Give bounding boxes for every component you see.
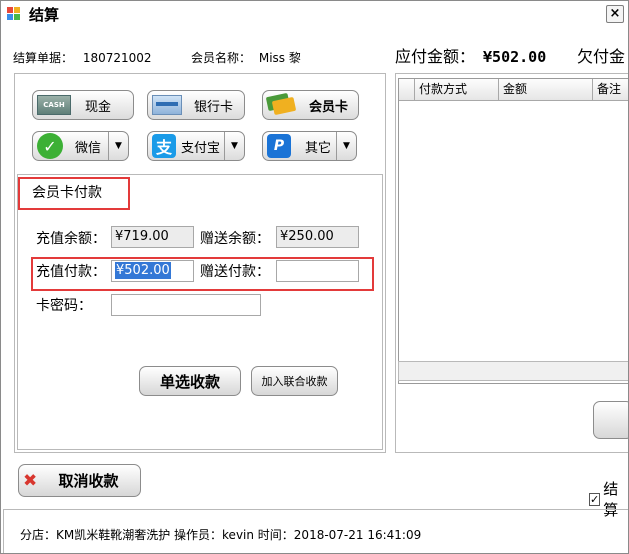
highlight-box: [31, 257, 374, 291]
balance-label: 充值余额：: [36, 231, 106, 247]
amount-due: 应付金额： ¥502.00: [395, 43, 546, 67]
order-number-row: 结算单据： 180721002: [13, 49, 152, 66]
single-pay-button[interactable]: 单选收款: [139, 366, 241, 396]
checkout-window: 结算 × 结算单据： 180721002 会员名称： Miss 黎 应付金额： ¥…: [0, 0, 629, 554]
other-payment-icon: P: [267, 134, 291, 158]
chevron-down-icon[interactable]: ▼: [224, 132, 244, 160]
column-payment-method[interactable]: 付款方式: [415, 79, 499, 101]
member-name-value: Miss 黎: [258, 51, 301, 65]
chevron-down-icon[interactable]: ▼: [108, 132, 128, 160]
amount-due-value: ¥502.00: [483, 48, 547, 66]
wechat-button[interactable]: ✓ 微信 ▼: [32, 131, 129, 161]
bank-card-button-label: 银行卡: [194, 99, 234, 115]
other-button-label: 其它: [305, 140, 332, 156]
row-indicator-column: [399, 79, 415, 101]
amount-owed-label: 欠付金: [577, 47, 626, 66]
member-card-payment-section: 会员卡付款 充值余额： ¥719.00 赠送余额： ¥250.00 充值付款： …: [17, 174, 383, 450]
member-card-button-label: 会员卡: [309, 99, 349, 115]
order-number-value: 180721002: [82, 51, 152, 65]
cash-button[interactable]: CASH 现金: [32, 90, 134, 120]
card-password-label: 卡密码：: [36, 298, 92, 314]
member-card-button[interactable]: 会员卡: [262, 90, 359, 120]
wechat-icon: ✓: [37, 133, 63, 159]
add-combined-pay-button[interactable]: 加入联合收款: [251, 366, 338, 396]
payment-method-panel: CASH 现金 银行卡 会员卡 ✓ 微信 ▼ 支 支付宝 ▼ P 其它 ▼ 会员…: [14, 73, 386, 453]
cash-button-label: 现金: [85, 99, 112, 115]
chevron-down-icon[interactable]: ▼: [336, 132, 356, 160]
status-text: 分店：KM凯米鞋靴潮奢洗护 操作员：kevin 时间：2018-07-21 16…: [20, 528, 422, 542]
card-password-input[interactable]: [111, 294, 261, 316]
amount-due-label: 应付金额：: [395, 47, 476, 66]
alipay-button[interactable]: 支 支付宝 ▼: [147, 131, 245, 161]
close-button[interactable]: ×: [606, 5, 624, 23]
settle-checkbox[interactable]: ✓: [589, 492, 601, 506]
column-note[interactable]: 备注: [593, 79, 628, 101]
bank-card-button[interactable]: 银行卡: [147, 90, 245, 120]
cash-icon: CASH: [37, 95, 71, 115]
bank-card-icon: [152, 95, 182, 115]
other-button[interactable]: P 其它 ▼: [262, 131, 357, 161]
bonus-balance-field: ¥250.00: [276, 226, 359, 248]
app-icon: [7, 7, 21, 21]
window-title: 结算: [29, 6, 60, 24]
alipay-button-label: 支付宝: [181, 140, 221, 156]
payments-panel: 付款方式 金额 备注: [395, 73, 628, 453]
cancel-icon: ✖: [23, 470, 38, 491]
order-number-label: 结算单据：: [13, 51, 74, 65]
payments-table[interactable]: 付款方式 金额 备注: [398, 78, 628, 384]
cancel-payment-button[interactable]: ✖ 取消收款: [18, 464, 141, 497]
right-action-button[interactable]: [593, 401, 628, 439]
table-header: 付款方式 金额 备注: [399, 79, 628, 101]
member-card-icon: [265, 92, 297, 116]
alipay-icon: 支: [152, 134, 176, 158]
balance-field: ¥719.00: [111, 226, 194, 248]
horizontal-scrollbar[interactable]: [398, 361, 628, 381]
cancel-payment-label: 取消收款: [58, 472, 119, 490]
member-name-label: 会员名称：: [191, 51, 252, 65]
column-amount[interactable]: 金额: [499, 79, 593, 101]
section-title: 会员卡付款: [18, 177, 130, 210]
member-name-row: 会员名称： Miss 黎: [191, 49, 301, 66]
wechat-button-label: 微信: [75, 140, 102, 156]
title-bar: 结算 ×: [1, 1, 628, 28]
status-bar: 分店：KM凯米鞋靴潮奢洗护 操作员：kevin 时间：2018-07-21 16…: [3, 509, 628, 553]
bonus-balance-label: 赠送余额：: [200, 231, 270, 247]
